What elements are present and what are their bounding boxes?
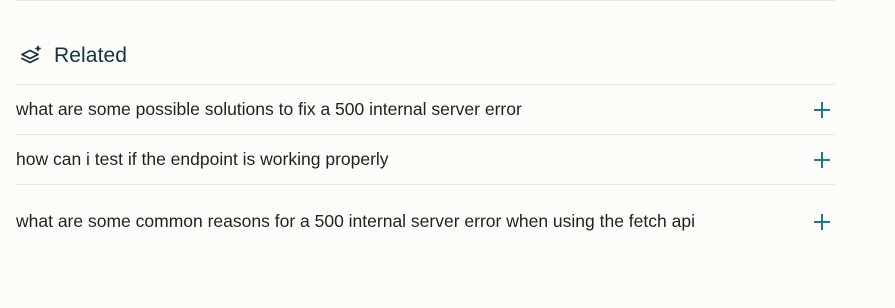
stack-sparkle-icon: [18, 43, 44, 69]
plus-icon[interactable]: [813, 151, 831, 169]
related-item-label: what are some common reasons for a 500 i…: [16, 211, 695, 231]
related-list: what are some possible solutions to fix …: [16, 84, 835, 258]
related-item-label: how can i test if the endpoint is workin…: [16, 149, 389, 169]
related-item-label: what are some possible solutions to fix …: [16, 99, 522, 119]
section-title: Related: [54, 44, 128, 67]
plus-icon[interactable]: [813, 101, 831, 119]
divider: [16, 0, 835, 1]
related-item[interactable]: what are some possible solutions to fix …: [16, 84, 835, 134]
related-item[interactable]: how can i test if the endpoint is workin…: [16, 134, 835, 184]
plus-icon[interactable]: [813, 213, 831, 231]
related-item[interactable]: what are some common reasons for a 500 i…: [16, 184, 835, 258]
related-header: Related: [18, 42, 127, 70]
related-section: Related what are some possible solutions…: [0, 0, 895, 308]
